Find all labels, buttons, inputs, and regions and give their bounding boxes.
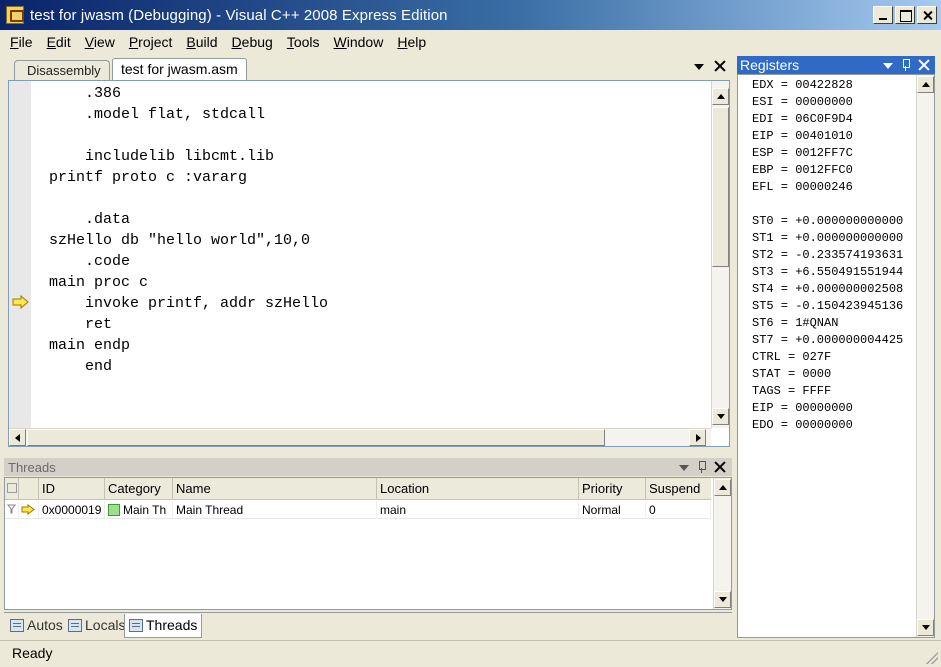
title-bar: test for jwasm (Debugging) - Visual C++ … <box>0 0 941 30</box>
document-tab-tools <box>694 60 726 72</box>
tab-threads[interactable]: Threads <box>124 614 203 638</box>
table-row[interactable]: 0x0000019 Main Th Main Thread main Norma… <box>5 501 711 519</box>
active-files-dropdown-icon[interactable] <box>694 64 704 70</box>
flag-icon <box>7 483 17 493</box>
maximize-button[interactable] <box>895 6 915 24</box>
status-bar: Ready <box>0 640 941 667</box>
column-flag[interactable] <box>5 478 19 500</box>
editor-hscroll-thumb[interactable] <box>27 429 605 446</box>
threads-panel-header: Threads <box>4 458 732 476</box>
threads-scroll-down-button[interactable] <box>714 591 731 608</box>
registers-vertical-scrollbar[interactable] <box>916 75 934 637</box>
thread-category: Main Th <box>105 501 173 519</box>
editor-vertical-scrollbar[interactable] <box>711 81 729 428</box>
column-current[interactable] <box>19 478 39 500</box>
thread-id: 0x0000019 <box>39 501 105 519</box>
menu-window[interactable]: Window <box>334 34 384 50</box>
threads-grid-header: ID Category Name Location Priority Suspe… <box>5 478 711 500</box>
scroll-left-button[interactable] <box>9 429 26 446</box>
registers-dropdown-icon[interactable] <box>883 63 893 69</box>
editor-vscroll-thumb[interactable] <box>712 107 729 267</box>
threads-window-icon <box>129 619 143 632</box>
breakpoint-gutter[interactable] <box>9 81 31 428</box>
registers-window[interactable]: EDX = 00422828 ESI = 00000000 EDI = 06C0… <box>737 74 935 638</box>
window-title: test for jwasm (Debugging) - Visual C++ … <box>30 6 448 24</box>
registers-panel-title: Registers <box>740 57 800 73</box>
row-flag-cell[interactable] <box>5 501 19 519</box>
code-editor[interactable]: .386 .model flat, stdcall includelib lib… <box>8 80 730 447</box>
minimize-button[interactable] <box>873 6 893 24</box>
tab-locals[interactable]: Locals <box>64 614 129 638</box>
current-thread-arrow-icon <box>21 504 35 515</box>
threads-vertical-scrollbar[interactable] <box>713 478 731 609</box>
registers-scroll-up-button[interactable] <box>917 76 934 93</box>
column-name[interactable]: Name <box>173 478 377 500</box>
threads-panel-tools <box>679 461 726 473</box>
visual-studio-app-icon[interactable] <box>6 6 24 24</box>
resize-grip-icon[interactable] <box>926 652 938 664</box>
source-code[interactable]: .386 .model flat, stdcall includelib lib… <box>49 83 328 377</box>
column-priority[interactable]: Priority <box>579 478 646 500</box>
menu-edit[interactable]: Edit <box>47 34 71 50</box>
autos-window-icon <box>10 619 24 632</box>
close-document-icon[interactable] <box>714 60 726 72</box>
threads-dropdown-icon[interactable] <box>679 465 689 471</box>
close-window-button[interactable] <box>917 6 937 24</box>
menu-file[interactable]: File <box>10 34 33 50</box>
column-category[interactable]: Category <box>105 478 173 500</box>
column-location[interactable]: Location <box>377 478 579 500</box>
window-controls <box>873 6 937 24</box>
editor-horizontal-scrollbar[interactable] <box>9 428 711 446</box>
yellow-arrow-icon <box>12 295 29 309</box>
menu-view[interactable]: View <box>85 34 115 50</box>
scroll-down-button[interactable] <box>712 408 729 425</box>
registers-panel-header: Registers <box>737 56 935 74</box>
row-current-cell <box>19 501 39 519</box>
locals-window-icon <box>68 619 82 632</box>
status-text: Ready <box>12 645 53 661</box>
debug-window-tabs: Autos Locals Threads <box>4 612 732 638</box>
menu-help[interactable]: Help <box>397 34 426 50</box>
column-suspend[interactable]: Suspend <box>646 478 711 500</box>
menu-bar: File Edit View Project Build Debug Tools… <box>0 30 941 54</box>
column-id[interactable]: ID <box>39 478 105 500</box>
menu-project[interactable]: Project <box>129 34 173 50</box>
threads-panel-title: Threads <box>8 459 56 475</box>
registers-pin-icon[interactable] <box>901 59 910 71</box>
register-values[interactable]: EDX = 00422828 ESI = 00000000 EDI = 06C0… <box>752 77 918 434</box>
thread-location: main <box>377 501 579 519</box>
thread-suspend: 0 <box>646 501 711 519</box>
threads-close-icon[interactable] <box>714 461 726 473</box>
menu-tools[interactable]: Tools <box>287 34 320 50</box>
registers-close-icon[interactable] <box>918 59 930 71</box>
thread-name: Main Thread <box>173 501 377 519</box>
registers-panel-tools <box>883 59 930 71</box>
threads-scroll-up-button[interactable] <box>714 479 731 496</box>
tab-disassembly[interactable]: Disassembly <box>14 60 110 80</box>
document-tab-strip: Disassembly test for jwasm.asm <box>8 56 730 80</box>
threads-grid[interactable]: ID Category Name Location Priority Suspe… <box>4 477 732 610</box>
menu-build[interactable]: Build <box>186 34 217 50</box>
scroll-up-button[interactable] <box>712 88 729 105</box>
threads-pin-icon[interactable] <box>697 461 706 473</box>
flag-outline-icon <box>7 504 16 514</box>
thread-priority: Normal <box>579 501 646 519</box>
tab-autos[interactable]: Autos <box>6 614 67 638</box>
registers-scroll-down-button[interactable] <box>917 619 934 636</box>
scroll-right-button[interactable] <box>689 429 706 446</box>
category-color-icon <box>108 504 120 516</box>
menu-debug[interactable]: Debug <box>232 34 273 50</box>
tab-test-for-jwasm-asm[interactable]: test for jwasm.asm <box>112 58 247 80</box>
